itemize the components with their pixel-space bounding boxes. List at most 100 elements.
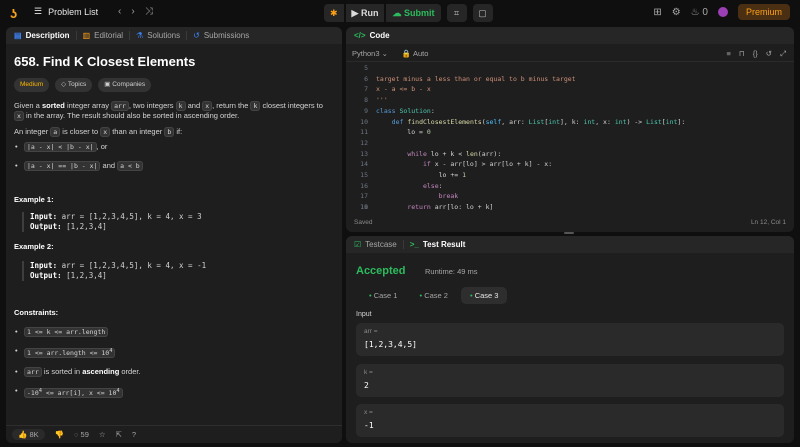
next-problem-icon[interactable]: ›	[131, 6, 134, 17]
like-count: 8K	[29, 430, 39, 439]
test-panel: ☑ Testcase >_ Test Result Accepted Runtime…	[346, 236, 794, 443]
problem-list-label: Problem List	[48, 6, 99, 17]
case-1-tab[interactable]: Case 1	[360, 287, 406, 304]
run-label: Run	[360, 8, 379, 18]
comment-icon: ◌	[73, 430, 79, 439]
play-icon: ▶	[351, 7, 359, 18]
tab-submissions-label: Submissions	[203, 31, 250, 40]
tab-test-result-label: Test Result	[422, 240, 466, 249]
problem-title[interactable]: 658. Find K Closest Elements	[14, 54, 334, 70]
difficulty-badge: Medium	[14, 78, 50, 92]
tab-editorial[interactable]: ▥ Editorial	[83, 31, 131, 40]
chevron-down-icon: ⌄	[381, 49, 388, 58]
tab-code-label: Code	[369, 31, 390, 40]
premium-button[interactable]: Premium	[737, 4, 790, 20]
tab-testcase[interactable]: ☑ Testcase	[354, 240, 404, 249]
case-3-tab[interactable]: Case 3	[460, 287, 508, 304]
list-item: 1 <= k <= arr.length	[14, 327, 334, 337]
example-2-heading: Example 2:	[14, 242, 54, 251]
terminal-icon: >_	[409, 240, 419, 249]
list-item: |a - x| < |b - x|, or	[14, 142, 334, 152]
list-icon: ☰	[34, 6, 43, 16]
notes-button[interactable]: ▢	[472, 4, 493, 22]
prev-problem-icon[interactable]: ‹	[118, 6, 121, 17]
tab-testcase-label: Testcase	[365, 240, 397, 249]
tab-editorial-label: Editorial	[94, 31, 124, 40]
tab-description[interactable]: ▤ Description	[14, 31, 77, 40]
submit-label: Submit	[404, 8, 435, 18]
submit-button[interactable]: ☁ Submit	[386, 4, 441, 22]
history-icon: ↺	[193, 31, 200, 40]
star-icon[interactable]: ☆	[99, 430, 106, 439]
description-panel: ▤ Description ▥ Editorial ⚗ Solutions ↺ Subm…	[6, 27, 342, 443]
tab-submissions[interactable]: ↺ Submissions	[193, 31, 255, 40]
constraints-heading: Constraints:	[14, 308, 59, 317]
result-status: Accepted	[356, 265, 406, 277]
comment-count: 59	[80, 430, 89, 439]
companies-label: Companies	[112, 81, 146, 88]
companies-tag[interactable]: ▣ Companies	[98, 78, 152, 92]
frame-icon: ⌗	[453, 7, 460, 18]
lock-icon: 🔒	[401, 49, 412, 58]
save-status: Saved	[354, 219, 373, 226]
bug-icon: ✱	[330, 7, 338, 18]
checkbox-icon: ☑	[354, 240, 362, 249]
document-icon: ▤	[14, 31, 22, 40]
bookmark-icon[interactable]: ⊓	[739, 49, 745, 59]
settings-gear-icon[interactable]: ⚙	[672, 7, 681, 18]
leetcode-logo-icon[interactable]: ʖ	[10, 6, 22, 21]
debug-button[interactable]: ✱	[324, 4, 344, 22]
constraints-list: 1 <= k <= arr.length 1 <= arr.length <= …	[14, 327, 334, 399]
example-2-block: Input: arr = [1,2,3,4,5], k = 4, x = -1 …	[22, 261, 334, 281]
shuffle-icon[interactable]: ⤨	[145, 6, 153, 17]
tag-icon: ◇	[61, 81, 67, 88]
comments-button[interactable]: ◌ 59	[74, 430, 89, 439]
note-icon: ▢	[478, 7, 487, 18]
code-panel: </> Code Python3 ⌄ 🔒 Auto ≡ ⊓ {} ↺ ⤢ 5 6t…	[346, 27, 794, 232]
auto-mode-toggle[interactable]: 🔒 Auto	[402, 49, 428, 58]
auto-label: Auto	[412, 49, 429, 58]
code-editor[interactable]: 5 6 target minus a less than or equal to …	[346, 63, 794, 211]
share-icon[interactable]: ⇱	[116, 430, 122, 439]
tab-code[interactable]: </> Code	[354, 31, 396, 40]
dislike-icon[interactable]: 👎	[55, 430, 64, 439]
avatar[interactable]	[717, 7, 728, 17]
tab-test-result[interactable]: >_ Test Result	[410, 240, 472, 249]
help-icon[interactable]: ?	[132, 430, 136, 439]
runtime-text: Runtime: 49 ms	[425, 267, 478, 276]
reset-icon[interactable]: ↺	[766, 49, 772, 59]
problem-list-button[interactable]: ☰ Problem List	[34, 6, 98, 17]
input-label: Input	[356, 311, 372, 318]
tab-description-label: Description	[25, 31, 70, 40]
topics-label: Topics	[67, 81, 87, 88]
streak-count: 0	[702, 6, 708, 18]
expand-icon[interactable]: ⤢	[780, 49, 786, 59]
top-bar: ʖ ☰ Problem List ‹ › ⤨ ✱ ▶ Run ☁ Submit …	[0, 0, 800, 26]
code-icon: </>	[354, 31, 366, 40]
flask-icon: ⚗	[136, 31, 144, 40]
thumbs-up-icon: 👍	[18, 430, 28, 439]
streak-fire[interactable]: ♨ 0	[691, 7, 708, 18]
resize-handle[interactable]	[564, 232, 574, 234]
run-button[interactable]: ▶ Run	[345, 4, 385, 22]
input-x: x = -1	[356, 404, 784, 437]
language-select[interactable]: Python3 ⌄	[352, 49, 388, 58]
format-icon[interactable]: ≡	[726, 49, 730, 59]
whiteboard-button[interactable]: ⌗	[446, 4, 467, 22]
layout-grid-icon[interactable]: ⊞	[653, 7, 661, 18]
case-2-tab[interactable]: Case 2	[410, 287, 456, 304]
topics-tag[interactable]: ◇ Topics	[55, 78, 93, 92]
list-item: arr is sorted in ascending order.	[14, 367, 334, 378]
tab-solutions-label: Solutions	[147, 31, 181, 40]
language-label: Python3	[352, 49, 380, 58]
tab-solutions[interactable]: ⚗ Solutions	[136, 31, 188, 40]
building-icon: ▣	[104, 81, 111, 88]
list-item: -104 <= arr[i], x <= 104	[14, 386, 334, 399]
condition-list: |a - x| < |b - x|, or |a - x| == |b - x|…	[14, 142, 334, 171]
cursor-position: Ln 12, Col 1	[750, 219, 786, 226]
input-arr: arr = [1,2,3,4,5]	[356, 323, 784, 356]
like-button[interactable]: 👍 8K	[12, 429, 45, 440]
list-item: 1 <= arr.length <= 104	[14, 346, 334, 359]
list-item: |a - x| == |b - x| and a < b	[14, 161, 334, 171]
braces-icon[interactable]: {}	[753, 49, 758, 59]
